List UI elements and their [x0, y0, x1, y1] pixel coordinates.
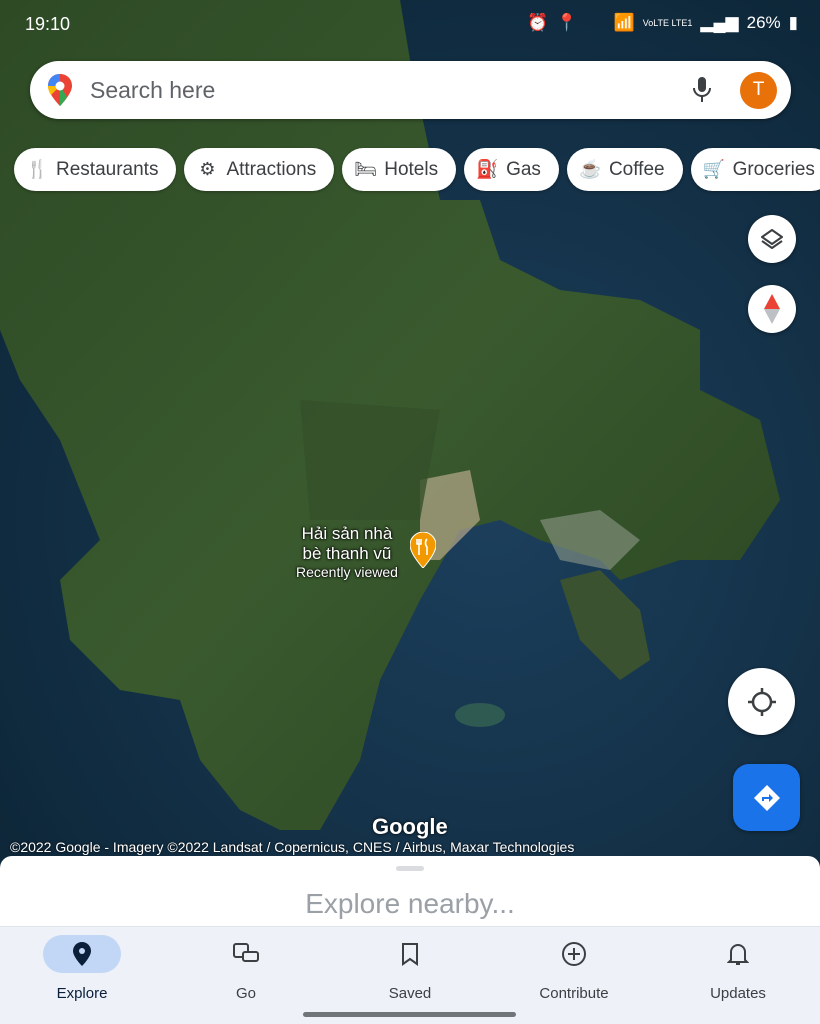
nav-label: Explore [56, 985, 108, 1002]
chip-attractions[interactable]: ⚙ Attractions [184, 148, 335, 191]
gesture-bar[interactable] [303, 1012, 516, 1017]
map-poi-label[interactable]: Hải sản nhà bè thanh vũ Recently viewed [296, 524, 398, 580]
search-bar[interactable]: Search here T [30, 61, 791, 119]
search-input[interactable]: Search here [90, 77, 215, 104]
satellite-map[interactable] [0, 0, 820, 860]
compass-button[interactable] [748, 285, 796, 333]
google-logo: Google [372, 814, 448, 839]
status-bar: 19:10 ⏰ 📍 📶 VoLTE LTE1 ▂▄▆ 26% ▮ [0, 0, 820, 46]
alarm-icon: ⏰ [527, 13, 549, 32]
status-time: 19:10 [25, 14, 71, 34]
chip-restaurants[interactable]: 🍴 Restaurants [14, 148, 177, 191]
bottom-navigation: Explore Go Saved Contribute Updates [0, 926, 820, 1024]
battery-text: 26% [746, 13, 781, 32]
chip-gas[interactable]: ⛽ Gas [464, 148, 559, 191]
nav-label: Saved [388, 985, 432, 1002]
poi-subtitle: Recently viewed [296, 564, 398, 580]
bookmark-icon [402, 943, 418, 966]
chip-label: Groceries [732, 158, 815, 180]
nav-explore[interactable]: Explore [22, 935, 142, 1002]
category-chips: 🍴 Restaurants ⚙ Attractions 🛏 Hotels ⛽ Gas ☕… [14, 148, 820, 191]
bell-icon [727, 944, 749, 965]
attribution[interactable]: ©2022 Google - Imagery ©2022 Landsat / C… [10, 839, 574, 855]
nav-label: Updates [710, 985, 766, 1002]
layers-icon [761, 229, 783, 249]
restaurant-pin-icon[interactable] [410, 532, 436, 568]
nav-go[interactable]: Go [186, 935, 306, 1002]
nav-label: Go [235, 985, 256, 1002]
my-location-button[interactable] [728, 668, 795, 735]
nav-label: Contribute [539, 985, 609, 1002]
crosshair-icon [747, 687, 776, 716]
coffee-cup-icon: ☕ [578, 159, 602, 179]
add-circle-icon [562, 942, 586, 966]
chip-label: Hotels [384, 158, 439, 180]
commute-icon [233, 943, 259, 962]
sheet-drag-handle[interactable] [396, 866, 424, 871]
ferris-wheel-icon: ⚙ [199, 159, 216, 179]
explore-nearby-title: Explore nearby... [305, 888, 515, 919]
directions-icon [753, 784, 780, 811]
microphone-icon[interactable] [693, 77, 711, 103]
chip-hotels[interactable]: 🛏 Hotels [342, 148, 457, 191]
wifi-icon: 📶 [613, 13, 635, 32]
chip-label: Gas [506, 158, 541, 180]
chip-label: Attractions [226, 158, 317, 180]
gas-pump-icon: ⛽ [476, 159, 499, 179]
bed-icon: 🛏 [354, 159, 378, 179]
layers-button[interactable] [748, 215, 796, 263]
compass-icon [764, 294, 780, 324]
chip-label: Restaurants [56, 158, 159, 180]
avatar[interactable]: T [740, 71, 777, 109]
nav-saved[interactable]: Saved [350, 935, 470, 1002]
fork-knife-icon: 🍴 [26, 159, 49, 179]
location-icon: 📍 [556, 13, 578, 32]
directions-button[interactable] [733, 764, 800, 831]
nav-updates[interactable]: Updates [678, 935, 798, 1002]
cart-icon: 🛒 [702, 159, 725, 179]
poi-name-line1: Hải sản nhà [301, 524, 393, 543]
signal-icon: ▂▄▆ [700, 13, 739, 32]
chip-groceries[interactable]: 🛒 Groceries [690, 148, 820, 191]
poi-name-line2: bè thanh vũ [302, 544, 392, 563]
chip-label: Coffee [608, 158, 665, 180]
battery-icon: ▮ [788, 13, 798, 32]
network-label: VoLTE LTE1 [642, 17, 693, 28]
location-pin-icon [73, 942, 91, 966]
nav-contribute[interactable]: Contribute [514, 935, 634, 1002]
bottom-sheet[interactable]: Explore nearby... [0, 856, 820, 926]
google-maps-pin-icon [48, 74, 72, 106]
chip-coffee[interactable]: ☕ Coffee [566, 148, 683, 191]
